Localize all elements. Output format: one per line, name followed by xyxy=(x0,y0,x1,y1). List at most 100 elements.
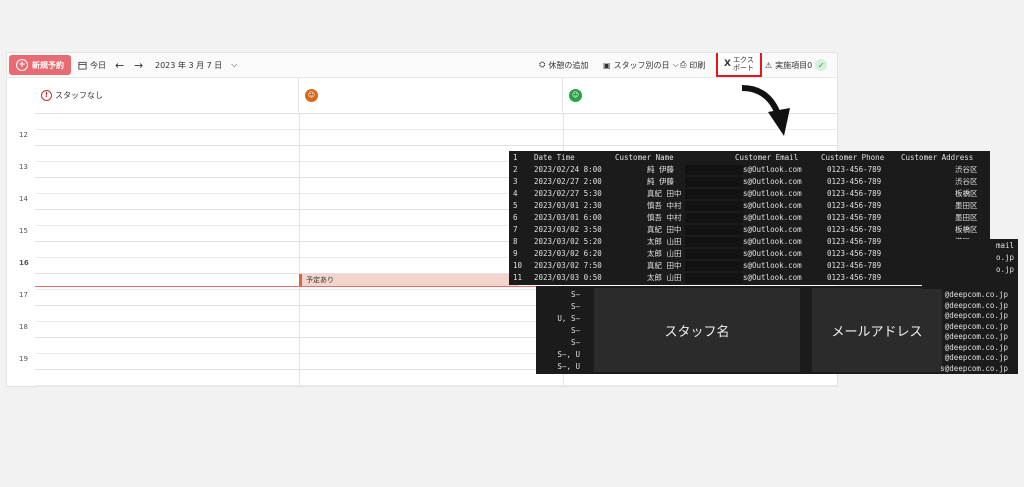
cell-date: 2023/02/27 2:00 xyxy=(534,177,602,186)
date-picker[interactable]: 2023 年 3 月 7 日 ⌵ xyxy=(155,53,237,77)
cell-name: 純 伊藤 xyxy=(647,165,675,174)
chevron-down-icon: ⌵ xyxy=(672,60,679,69)
user-icon: ☺ xyxy=(571,91,580,99)
cell-email: s@Outlook.com xyxy=(743,213,802,222)
export-button[interactable]: X エクス ポート xyxy=(716,53,762,77)
header-num: 1 xyxy=(513,153,518,162)
grid-line xyxy=(35,113,837,114)
cell-num: 10 xyxy=(513,261,523,270)
hour-label: 15 xyxy=(19,227,28,235)
header-address: Customer Address xyxy=(901,153,974,162)
event-label: 予定あり xyxy=(306,276,334,284)
redaction-block xyxy=(685,249,743,259)
cell-name: 真紀 田中 xyxy=(647,261,682,270)
curved-arrow-icon xyxy=(741,85,790,136)
staff-name-label: スタッフ名 xyxy=(664,324,730,340)
cell-date: 2023/03/02 3:50 xyxy=(534,225,602,234)
new-booking-label: 新規予約 xyxy=(32,60,64,70)
redaction-block xyxy=(685,225,743,235)
cell-email: s@Outlook.com xyxy=(743,189,802,198)
staff-email: @deepcom.co.jp xyxy=(944,321,1008,331)
staff-fragment: S— xyxy=(570,338,580,347)
cell-phone: 0123-456-789 xyxy=(827,213,882,222)
column-label: スタッフなし xyxy=(55,90,103,100)
staff-email: s@deepcom.co.jp xyxy=(940,363,1008,373)
table-header-row: 1 Date Time Customer Name Customer Email… xyxy=(509,153,990,163)
cell-name: 太郎 山田 xyxy=(647,237,682,246)
next-day-button[interactable]: → xyxy=(134,53,143,77)
cell-date: 2023/03/02 7:50 xyxy=(534,261,602,270)
staff-fragment: S— xyxy=(570,302,580,311)
chevron-down-icon: ⌵ xyxy=(231,60,238,69)
toolbar: + 新規予約 今日 ← → 2023 年 3 月 7 日 ⌵ ⛭ 休憩の追加 ▣… xyxy=(7,53,837,78)
cell-num: 6 xyxy=(513,213,518,222)
table-row: 10 2023/03/02 7:50 真紀 田中 s@Outlook.com 0123-… xyxy=(509,261,990,271)
cell-date: 2023/03/03 0:50 xyxy=(534,273,602,282)
cell-num: 4 xyxy=(513,189,518,198)
cell-name: 慎吾 中村 xyxy=(647,201,682,210)
booked-event[interactable]: 予定あり xyxy=(299,274,519,286)
table-row: 9 2023/03/02 6:20 太郎 山田 s@Outlook.com 0123-4… xyxy=(509,249,990,259)
cell-name: 純 伊藤 xyxy=(647,177,675,186)
table-row: 5 2023/03/01 2:30 慎吾 中村 s@Outlook.com 0123-4… xyxy=(509,201,990,211)
cell-num: 9 xyxy=(513,249,518,258)
staff-day-view-button[interactable]: ▣ スタッフ別の日 ⌵ xyxy=(603,53,679,77)
email-column-label: メールアドレス xyxy=(812,288,942,372)
export-csv-preview: 1 Date Time Customer Name Customer Email… xyxy=(509,151,990,285)
hour-label: 19 xyxy=(19,355,28,363)
hour-label: 18 xyxy=(19,323,28,331)
staff-export-preview-edge: mail o.jp o.jp xyxy=(922,239,1018,289)
column-header-no-staff: ! スタッフなし xyxy=(35,78,299,112)
cell-email: s@Outlook.com xyxy=(743,273,802,282)
today-button[interactable]: 今日 xyxy=(78,53,106,77)
staff-email: @deepcom.co.jp xyxy=(944,311,1008,320)
cell-phone: 0123-456-789 xyxy=(827,201,882,210)
printer-icon: ⎙ xyxy=(680,60,687,69)
arrow-right-icon: → xyxy=(134,58,144,72)
table-row: 11 2023/03/03 0:50 太郎 山田 s@Outlook.com 0123-… xyxy=(509,273,990,283)
staff-name-column-label: スタッフ名 xyxy=(594,288,800,372)
staff-fragment: S—, U xyxy=(557,350,580,359)
avatar: ☺ xyxy=(305,88,318,102)
person-clock-icon: ⛭ xyxy=(539,60,546,69)
cell-date: 2023/03/02 5:20 xyxy=(534,237,602,246)
staff-email: @deepcom.co.jp xyxy=(944,300,1008,310)
cell-date: 2023/03/01 2:30 xyxy=(534,201,602,210)
column-divider xyxy=(299,113,300,386)
cell-phone: 0123-456-789 xyxy=(827,237,882,246)
cell-address: 墨田区 xyxy=(955,213,978,222)
staff-export-preview: スタッフ名 メールアドレス S— S— U, S— S— S— S—, U S—, U @de… xyxy=(536,286,1018,374)
table-row: 3 2023/02/27 2:00 純 伊藤 s@Outlook.com 0123-45… xyxy=(509,177,990,187)
add-break-button[interactable]: ⛭ 休憩の追加 xyxy=(539,53,588,77)
cell-address: 渋谷区 xyxy=(955,177,978,186)
grid-line xyxy=(35,129,837,130)
issues-indicator[interactable]: ⚠ 実施項目0 ✓ xyxy=(765,53,828,77)
new-booking-button[interactable]: + 新規予約 xyxy=(9,55,71,75)
cell-phone: 0123-456-789 xyxy=(827,189,882,198)
export-label-line1: エクス xyxy=(733,56,754,64)
cell-email: s@Outlook.com xyxy=(743,177,802,186)
print-button[interactable]: ⎙ 印刷 xyxy=(680,53,705,77)
prev-day-button[interactable]: ← xyxy=(115,53,124,77)
cell-date: 2023/03/02 6:20 xyxy=(534,249,602,258)
print-label: 印刷 xyxy=(689,60,706,70)
cell-email: s@Outlook.com xyxy=(743,249,802,258)
issues-label: 実施項目0 xyxy=(775,60,813,70)
cell-name: 慎吾 中村 xyxy=(647,213,682,222)
add-break-label: 休憩の追加 xyxy=(548,60,589,70)
cell-num: 8 xyxy=(513,237,518,246)
check-icon: ✓ xyxy=(815,59,828,71)
cell-num: 2 xyxy=(513,165,518,174)
user-icon: ☺ xyxy=(307,91,316,99)
cell-phone: 0123-456-789 xyxy=(827,177,882,186)
hour-label: 12 xyxy=(19,131,28,139)
staff-email: @deepcom.co.jp xyxy=(944,332,1008,341)
cell-phone: 0123-456-789 xyxy=(827,273,882,282)
cell-email: s@Outlook.com xyxy=(743,237,802,246)
cell-name: 真紀 田中 xyxy=(647,189,682,198)
cell-num: 5 xyxy=(513,201,518,210)
hour-label: 13 xyxy=(19,163,28,171)
arrow-left-icon: ← xyxy=(115,58,125,72)
hour-labels: 12 13 14 15 16 17 18 19 xyxy=(7,113,35,386)
redaction-block xyxy=(685,273,743,283)
